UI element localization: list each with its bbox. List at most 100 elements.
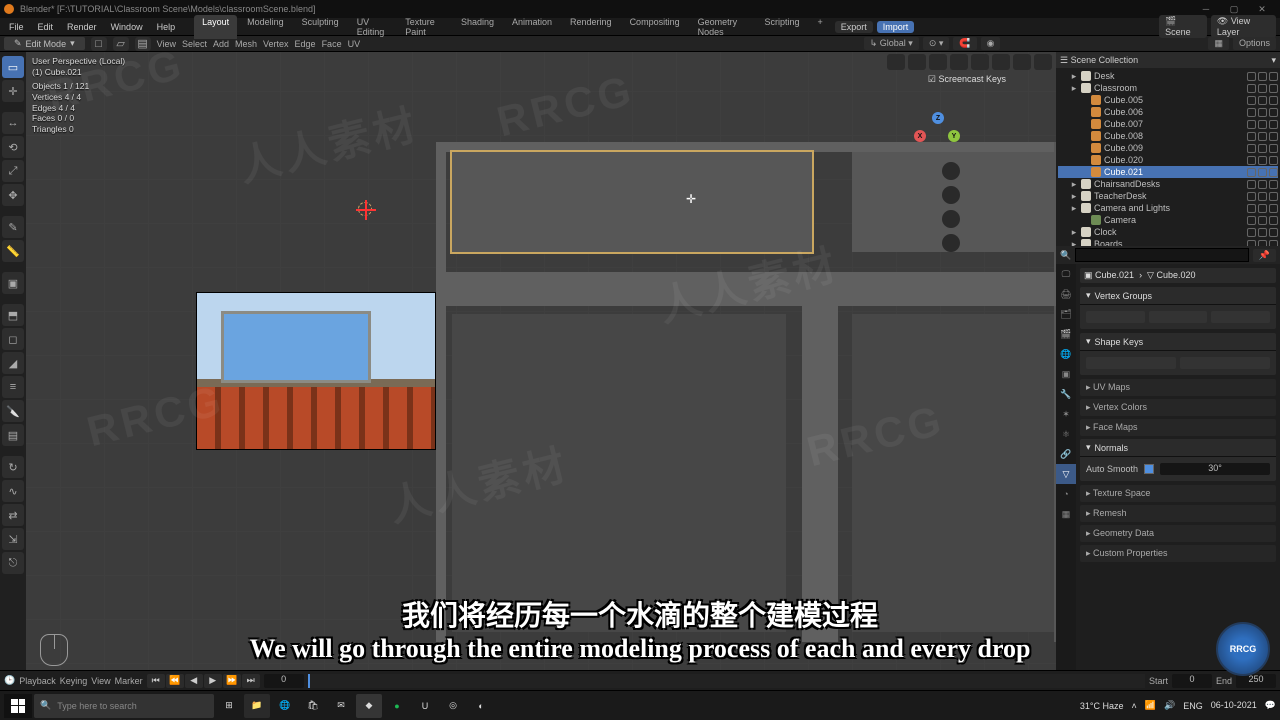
file-menu[interactable]: File — [4, 22, 29, 32]
snap-toggle[interactable]: 🧲 — [953, 37, 976, 50]
pin-icon[interactable]: 📌 — [1253, 249, 1276, 262]
outliner-item[interactable]: Cube.021 — [1058, 166, 1278, 178]
render-menu[interactable]: Render — [62, 22, 102, 32]
tab-sculpting[interactable]: Sculpting — [294, 15, 347, 39]
store-app-icon[interactable]: 🛍 — [300, 694, 326, 718]
notifications-icon[interactable]: 💬 — [1265, 700, 1276, 711]
zoom-icon[interactable] — [942, 162, 960, 180]
smooth-tool[interactable]: ∿ — [2, 480, 24, 502]
wireframe-shading[interactable] — [971, 54, 989, 70]
current-frame-field[interactable]: 0 — [264, 674, 304, 688]
tab-geometry-nodes[interactable]: Geometry Nodes — [690, 15, 755, 39]
viewport-3d[interactable]: ✛ User Perspective (Local) (1) Cube.021 … — [26, 52, 1056, 670]
orientation-select[interactable]: ↳ Global ▾ — [864, 37, 919, 50]
start-button[interactable] — [4, 694, 32, 718]
proportional-edit-toggle[interactable]: ◉ — [981, 37, 1001, 50]
outliner-item[interactable]: ▸Camera and Lights — [1058, 202, 1278, 214]
tab-rendering[interactable]: Rendering — [562, 15, 620, 39]
volume-icon[interactable]: 🔊 — [1164, 700, 1175, 711]
reference-image[interactable] — [196, 292, 436, 450]
properties-search-input[interactable] — [1075, 248, 1249, 262]
prev-key-button[interactable]: ⏪ — [166, 674, 184, 688]
move-tool[interactable]: ↔ — [2, 112, 24, 134]
geometry-data-section[interactable]: ▸ Geometry Data — [1080, 525, 1276, 542]
face-menu[interactable]: Face — [322, 39, 342, 49]
add-cube-tool[interactable]: ▣ — [2, 272, 24, 294]
remesh-section[interactable]: ▸ Remesh — [1080, 505, 1276, 522]
chrome-app-icon[interactable]: ◐ — [468, 694, 494, 718]
edge-menu[interactable]: Edge — [295, 39, 316, 49]
weather-widget[interactable]: 31°C Haze — [1080, 701, 1124, 711]
outliner-item[interactable]: Camera — [1058, 214, 1278, 226]
outliner-item[interactable]: ▸Desk — [1058, 70, 1278, 82]
mail-app-icon[interactable]: ✉ — [328, 694, 354, 718]
taskbar-search[interactable]: 🔍 Type here to search — [34, 694, 214, 718]
ptab-viewlayer[interactable]: 🗂 — [1056, 304, 1076, 324]
ptab-scene[interactable]: 🎬 — [1056, 324, 1076, 344]
ptab-render[interactable]: 🖵 — [1056, 264, 1076, 284]
polybuild-tool[interactable]: ▤ — [2, 424, 24, 446]
select-box-tool[interactable]: ▭ — [2, 56, 24, 78]
add-menu[interactable]: Add — [213, 39, 229, 49]
scene-selector[interactable]: 🎬 Scene — [1159, 15, 1207, 38]
edit-menu[interactable]: Edit — [33, 22, 59, 32]
play-reverse-button[interactable]: ◀ — [185, 674, 203, 688]
scale-tool[interactable]: ⤢ — [2, 160, 24, 182]
pivot-select[interactable]: ⊙ ▾ — [923, 37, 950, 50]
viewport-options[interactable]: Options — [1233, 37, 1276, 50]
gizmo-x-axis[interactable]: X — [914, 130, 926, 142]
cursor-tool[interactable]: ✛ — [2, 80, 24, 102]
ptab-particles[interactable]: ✶ — [1056, 404, 1076, 424]
auto-smooth-checkbox[interactable] — [1144, 464, 1154, 474]
vertex-select-icon[interactable]: □ — [91, 37, 107, 51]
mode-select[interactable]: ✎ Edit Mode ▾ — [4, 37, 85, 50]
xray-toggle[interactable] — [908, 54, 926, 70]
view-menu-edit[interactable]: View — [157, 39, 176, 49]
navigation-gizmo[interactable]: X Y Z — [914, 112, 960, 158]
next-key-button[interactable]: ⏩ — [223, 674, 241, 688]
language-indicator[interactable]: ENG — [1183, 701, 1203, 711]
ptab-texture[interactable]: ▦ — [1056, 504, 1076, 524]
timeline-track[interactable] — [308, 674, 1145, 688]
face-maps-section[interactable]: ▸ Face Maps — [1080, 419, 1276, 436]
ptab-physics[interactable]: ⚛ — [1056, 424, 1076, 444]
auto-smooth-angle[interactable]: 30° — [1160, 463, 1270, 475]
outliner-item[interactable]: ▸Boards — [1058, 238, 1278, 246]
outliner-filter-icon[interactable]: ▾ — [1271, 55, 1276, 66]
rip-tool[interactable]: ⎋ — [2, 552, 24, 574]
bevel-tool[interactable]: ◢ — [2, 352, 24, 374]
vertex-groups-section[interactable]: ▾ Vertex Groups — [1080, 287, 1276, 329]
tab-layout[interactable]: Layout — [194, 15, 237, 39]
uv-maps-section[interactable]: ▸ UV Maps — [1080, 379, 1276, 396]
outliner-list[interactable]: ▸Desk▸ClassroomCube.005Cube.006Cube.007C… — [1056, 68, 1280, 246]
timeline-view-menu[interactable]: View — [91, 676, 110, 686]
marker-menu[interactable]: Marker — [115, 676, 143, 686]
mesh-menu[interactable]: Mesh — [235, 39, 257, 49]
export-button[interactable]: Export — [835, 21, 873, 33]
ptab-data[interactable]: ▽ — [1056, 464, 1076, 484]
network-icon[interactable]: 📶 — [1145, 700, 1156, 711]
ptab-output[interactable]: 🖨 — [1056, 284, 1076, 304]
measure-tool[interactable]: 📏 — [2, 240, 24, 262]
gizmo-z-axis[interactable]: Z — [932, 112, 944, 124]
outliner-item[interactable]: Cube.005 — [1058, 94, 1278, 106]
unreal-app-icon[interactable]: U — [412, 694, 438, 718]
outliner-item[interactable]: ▸ChairsandDesks — [1058, 178, 1278, 190]
outliner-item[interactable]: ▸Clock — [1058, 226, 1278, 238]
inset-tool[interactable]: ◻ — [2, 328, 24, 350]
tray-up-icon[interactable]: ˄ — [1132, 701, 1137, 711]
shape-keys-section[interactable]: ▾ Shape Keys — [1080, 333, 1276, 375]
overlay-toggle[interactable] — [950, 54, 968, 70]
ptab-world[interactable]: 🌐 — [1056, 344, 1076, 364]
loopcut-tool[interactable]: ≡ — [2, 376, 24, 398]
task-view-button[interactable]: ⊞ — [216, 694, 242, 718]
normals-section[interactable]: ▾ Normals Auto Smooth 30° — [1080, 439, 1276, 481]
extrude-tool[interactable]: ⬒ — [2, 304, 24, 326]
edge-select-icon[interactable]: ▱ — [113, 37, 129, 51]
tab-shading[interactable]: Shading — [453, 15, 502, 39]
explorer-app-icon[interactable]: 📁 — [244, 694, 270, 718]
select-visible-toggle[interactable] — [887, 54, 905, 70]
shrink-tool[interactable]: ⇲ — [2, 528, 24, 550]
matprev-shading[interactable] — [1013, 54, 1031, 70]
keying-menu[interactable]: Keying — [60, 676, 88, 686]
